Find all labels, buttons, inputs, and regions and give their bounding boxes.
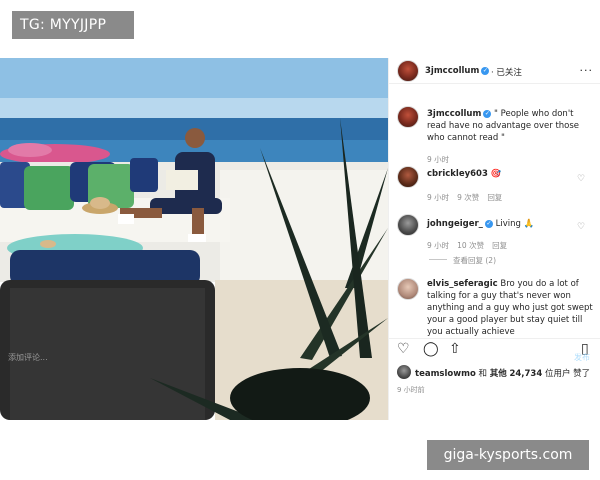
post-actions: ♡ ◯ ⇧ ▯ teamslowmo 和 其他 24,734 位用户 赞了 9 … (389, 338, 600, 420)
comment-body: Living 🙏 (495, 219, 535, 229)
liker-avatar[interactable] (397, 365, 411, 379)
comment-avatar[interactable] (397, 278, 419, 300)
reply-link[interactable]: 回复 (492, 241, 507, 250)
comment-text: elvis_seferagic Bro you do a lot of talk… (427, 278, 593, 336)
instagram-post: 3jmccollum ✓ · 已关注 ··· 3jmccollum ✓ " Peop… (0, 58, 600, 420)
comment-like-heart-icon[interactable]: ♡ (577, 222, 585, 232)
post-photo (0, 58, 388, 420)
photo-illustration (0, 58, 388, 420)
screenshot-stage: TG: MYYJJPP 3jmccollum ✓ · 已关注 ··· 3jmcc… (0, 0, 600, 480)
verified-badge-icon: ✓ (481, 66, 490, 75)
avatar[interactable] (397, 60, 419, 82)
reply-divider (429, 259, 447, 260)
tg-tag: TG: MYYJJPP (12, 11, 134, 39)
likes-and: 和 (478, 369, 488, 379)
likes-summary: teamslowmo 和 其他 24,734 位用户 赞了 (415, 367, 590, 379)
comment-username[interactable]: cbrickley603 (427, 169, 488, 179)
more-options-icon[interactable]: ··· (580, 64, 594, 77)
follow-status[interactable]: · 已关注 (491, 66, 522, 78)
likes-count[interactable]: 24,734 (509, 369, 542, 379)
reply-link[interactable]: 回复 (487, 193, 502, 202)
view-replies-link[interactable]: 查看回复 (2) (453, 255, 496, 266)
comment-username[interactable]: elvis_seferagic (427, 279, 498, 289)
verified-badge-icon: ✓ (483, 109, 492, 118)
comment-likes[interactable]: 10 次赞 (457, 241, 484, 250)
comment-likes[interactable]: 9 次赞 (457, 193, 479, 202)
heart-icon[interactable]: ♡ (397, 341, 410, 357)
post-time: 9 小时前 (397, 386, 425, 394)
comment-avatar[interactable] (397, 166, 419, 188)
comment-text: johngeiger_ ✓ Living 🙏 (427, 218, 587, 230)
comment-avatar[interactable] (397, 214, 419, 236)
add-comment-input[interactable]: 添加评论... (8, 352, 48, 363)
verified-badge-icon: ✓ (484, 219, 493, 228)
post-side-panel: 3jmccollum ✓ · 已关注 ··· 3jmccollum ✓ " Peop… (388, 58, 600, 420)
comment-text: cbrickley603 🎯 (427, 168, 587, 180)
likes-suffix: 位用户 赞了 (544, 369, 591, 379)
share-icon[interactable]: ⇧ (449, 341, 461, 357)
liker-username[interactable]: teamslowmo (415, 369, 476, 379)
target-emoji: 🎯 (490, 169, 502, 179)
comment-icon[interactable]: ◯ (423, 341, 439, 357)
caption-meta: 9 小时 (427, 154, 457, 165)
comment-like-heart-icon[interactable]: ♡ (577, 174, 585, 184)
comment-username[interactable]: johngeiger_ (427, 219, 483, 229)
watermark: giga-kysports.com (427, 440, 589, 470)
header-username[interactable]: 3jmccollum ✓ (425, 66, 490, 76)
caption-username[interactable]: 3jmccollum (427, 109, 481, 119)
caption-avatar[interactable] (397, 106, 419, 128)
comment-meta: 9 小时 9 次赞 回复 (427, 192, 510, 203)
comment-time: 9 小时 (427, 193, 450, 202)
comment-time: 9 小时 (427, 241, 450, 250)
likes-others[interactable]: 其他 (490, 369, 507, 379)
publish-button[interactable]: 发布 (574, 352, 590, 363)
caption-time: 9 小时 (427, 155, 450, 164)
header-username-text[interactable]: 3jmccollum (425, 66, 479, 76)
comment-meta: 9 小时 10 次赞 回复 (427, 240, 515, 251)
caption-text: 3jmccollum ✓ " People who don't read have… (427, 108, 595, 144)
post-header: 3jmccollum ✓ · 已关注 ··· (389, 58, 600, 84)
